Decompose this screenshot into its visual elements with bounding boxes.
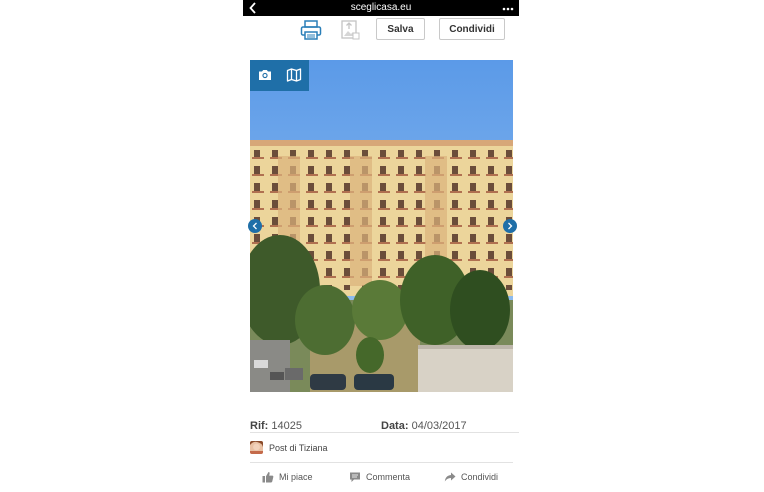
date: Data: 04/03/2017 (381, 420, 467, 432)
ref-label: Rif: (250, 420, 269, 432)
camera-icon[interactable] (257, 67, 273, 83)
divider (250, 432, 519, 433)
phone-screen: sceglicasa.eu Salva Condividi Rif: 14025… (243, 0, 519, 492)
browser-url[interactable]: sceglicasa.eu (243, 1, 519, 15)
social-actions: Mi piace Commenta Condividi (243, 469, 519, 485)
date-label: Data: (381, 420, 409, 432)
browser-bar: sceglicasa.eu (243, 0, 519, 16)
save-button[interactable]: Salva (376, 18, 425, 40)
ref-value: 14025 (271, 420, 302, 432)
like-label: Mi piace (279, 472, 313, 482)
reference: Rif: 14025 (250, 420, 302, 432)
apartment-building-image (250, 60, 513, 392)
share-action-button[interactable]: Condividi (444, 469, 498, 485)
avatar[interactable] (250, 441, 263, 454)
thumbs-up-icon (262, 472, 274, 483)
share-action-label: Condividi (461, 472, 499, 482)
comment-icon (350, 472, 360, 482)
photo-view-switcher (250, 60, 309, 91)
arrow-left-icon[interactable] (248, 219, 262, 233)
post-author-text[interactable]: Post di Tiziana (269, 443, 328, 453)
divider (250, 462, 513, 463)
share-button[interactable]: Condividi (439, 18, 505, 40)
comment-button[interactable]: Commenta (349, 469, 410, 485)
listing-toolbar: Salva Condividi (243, 16, 519, 44)
comment-label: Commenta (366, 472, 411, 482)
printer-icon[interactable] (300, 19, 322, 41)
share-arrow-icon (444, 472, 456, 482)
listing-photo[interactable] (250, 60, 513, 392)
post-author: Post di Tiziana (250, 440, 513, 456)
like-button[interactable]: Mi piace (262, 469, 313, 485)
image-upload-icon[interactable] (339, 19, 361, 41)
more-dots-icon[interactable] (501, 0, 515, 16)
date-value: 04/03/2017 (411, 420, 467, 432)
map-icon[interactable] (286, 67, 302, 83)
arrow-right-icon[interactable] (503, 219, 517, 233)
